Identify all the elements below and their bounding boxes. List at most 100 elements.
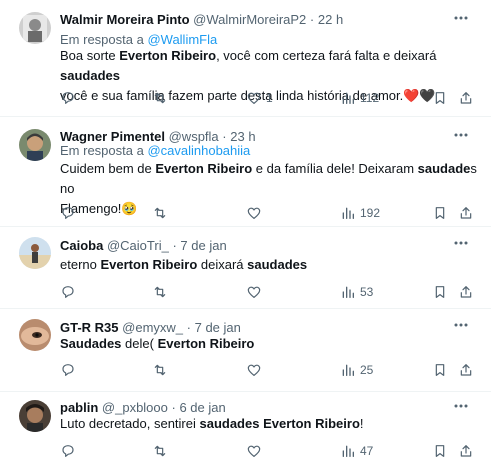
share-button[interactable]	[458, 88, 474, 108]
like-button[interactable]	[246, 441, 266, 461]
retweet-button[interactable]	[152, 360, 168, 380]
reply-to-link[interactable]: @cavalinhobahiia	[147, 143, 250, 158]
author-handle[interactable]: @wspfla	[169, 129, 219, 144]
tweet[interactable]: pablin @_pxblooo · 6 de jan Luto decreta…	[0, 392, 491, 471]
views-button[interactable]: 192	[340, 203, 380, 223]
text-segment: dele(	[121, 336, 158, 351]
author-name[interactable]: Walmir Moreira Pinto	[60, 12, 190, 27]
views-icon	[340, 284, 356, 300]
tweet-text-line-1: Saudades dele( Everton Ribeiro	[60, 334, 480, 354]
text-segment: e da família dele! Deixaram	[252, 161, 418, 176]
share-icon	[458, 90, 474, 106]
tweet-header: Caioba @CaioTri_ · 7 de jan	[60, 238, 227, 254]
tweet-text-line-1: Boa sorte Everton Ribeiro, você com cert…	[60, 46, 480, 86]
avatar[interactable]	[19, 129, 51, 161]
highlighted-term: Everton Ribeiro	[100, 257, 198, 272]
bookmark-button[interactable]	[432, 441, 448, 461]
more-dots-icon[interactable]	[451, 315, 471, 335]
retweet-button[interactable]	[152, 203, 168, 223]
text-segment: eterno	[60, 257, 101, 272]
view-count: 53	[360, 285, 374, 299]
share-button[interactable]	[458, 203, 474, 223]
tweet[interactable]: Wagner Pimentel @wspfla · 23 h Em respos…	[0, 117, 491, 227]
like-button[interactable]	[246, 203, 266, 223]
share-button[interactable]	[458, 360, 474, 380]
author-name[interactable]: pablin	[60, 400, 98, 415]
heart-icon	[246, 205, 262, 221]
highlighted-term: saudades	[247, 257, 308, 272]
tweet-text: eterno Everton Ribeiro deixará saudades	[60, 255, 480, 275]
reply-button[interactable]	[60, 360, 76, 380]
share-icon	[458, 284, 474, 300]
avatar[interactable]	[19, 237, 51, 269]
tweet[interactable]: GT-R R35 @emyxw_ · 7 de jan Saudades del…	[0, 309, 491, 392]
bookmark-icon	[432, 284, 448, 300]
share-button[interactable]	[458, 441, 474, 461]
heart-icon	[246, 443, 262, 459]
views-button[interactable]: 112	[340, 88, 379, 108]
bookmark-button[interactable]	[432, 360, 448, 380]
retweet-button[interactable]	[152, 88, 168, 108]
reply-icon	[60, 362, 76, 378]
reply-icon	[60, 205, 76, 221]
bookmark-button[interactable]	[432, 88, 448, 108]
share-icon	[458, 362, 474, 378]
view-count: 25	[360, 363, 374, 377]
timestamp[interactable]: 6 de jan	[179, 400, 225, 415]
more-dots-icon[interactable]	[451, 233, 471, 253]
author-handle[interactable]: @_pxblooo	[102, 400, 168, 415]
retweet-button[interactable]	[152, 282, 168, 302]
views-button[interactable]: 25	[340, 360, 373, 380]
views-button[interactable]: 53	[340, 282, 373, 302]
author-handle[interactable]: @WalmirMoreiraP2	[193, 12, 306, 27]
reply-prefix: Em resposta a	[60, 32, 144, 47]
more-dots-icon[interactable]	[451, 396, 471, 416]
timestamp[interactable]: 23 h	[230, 129, 255, 144]
like-button[interactable]: 1	[246, 88, 273, 108]
more-dots-icon[interactable]	[451, 125, 471, 145]
retweet-button[interactable]	[152, 441, 168, 461]
action-bar: 53	[60, 282, 480, 302]
tweet[interactable]: Walmir Moreira Pinto @WalmirMoreiraP2 · …	[0, 0, 491, 117]
avatar[interactable]	[19, 400, 51, 432]
bookmark-icon	[432, 205, 448, 221]
view-count: 112	[360, 91, 380, 105]
tweet[interactable]: Caioba @CaioTri_ · 7 de jan eterno Evert…	[0, 227, 491, 309]
bookmark-icon	[432, 90, 448, 106]
reply-button[interactable]	[60, 282, 76, 302]
timestamp[interactable]: 7 de jan	[195, 320, 241, 335]
separator-dot: ·	[171, 400, 176, 415]
bookmark-button[interactable]	[432, 282, 448, 302]
author-name[interactable]: Wagner Pimentel	[60, 129, 165, 144]
more-dots-icon[interactable]	[451, 8, 471, 28]
view-count: 47	[360, 444, 374, 458]
avatar[interactable]	[19, 319, 51, 351]
author-handle[interactable]: @emyxw_	[122, 320, 183, 335]
author-name[interactable]: Caioba	[60, 238, 103, 253]
reply-button[interactable]	[60, 88, 76, 108]
reply-button[interactable]	[60, 441, 76, 461]
bookmark-button[interactable]	[432, 203, 448, 223]
timestamp[interactable]: 22 h	[318, 12, 343, 27]
share-button[interactable]	[458, 282, 474, 302]
text-segment: Luto decretado, sentirei	[60, 416, 200, 431]
retweet-icon	[152, 90, 168, 106]
avatar[interactable]	[19, 12, 51, 44]
like-button[interactable]	[246, 360, 266, 380]
reply-context: Em resposta a @cavalinhobahiia	[60, 143, 250, 158]
heart-icon	[246, 90, 262, 106]
share-icon	[458, 205, 474, 221]
author-handle[interactable]: @CaioTri_	[107, 238, 169, 253]
author-name[interactable]: GT-R R35	[60, 320, 119, 335]
highlighted-term: saudades	[199, 416, 260, 431]
views-button[interactable]: 47	[340, 441, 373, 461]
reply-to-link[interactable]: @WallimFla	[147, 32, 217, 47]
reply-button[interactable]	[60, 203, 76, 223]
action-bar: 1 112	[60, 88, 480, 108]
separator-dot: ·	[186, 320, 191, 335]
retweet-icon	[152, 284, 168, 300]
like-button[interactable]	[246, 282, 266, 302]
tweet-text: Luto decretado, sentirei saudades Everto…	[60, 414, 480, 434]
timestamp[interactable]: 7 de jan	[180, 238, 226, 253]
text-segment: , você com certeza fará falta e deixará	[216, 48, 437, 63]
